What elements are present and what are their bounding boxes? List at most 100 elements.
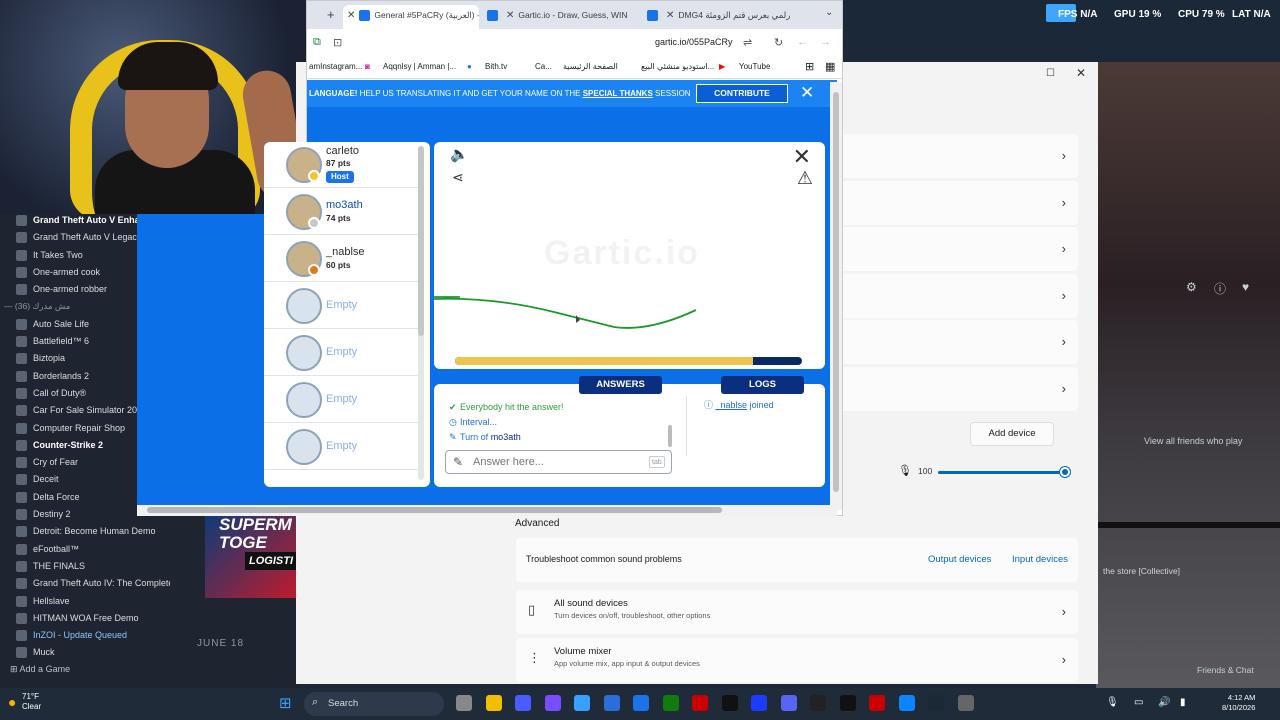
- troubleshoot-row[interactable]: Troubleshoot common sound problems Outpu…: [516, 538, 1078, 582]
- extension-icon[interactable]: ⧉: [313, 36, 321, 49]
- add-game-button[interactable]: ⊞ Add a Game: [10, 664, 70, 675]
- view-friends-link[interactable]: View all friends who play: [1144, 436, 1242, 446]
- add-device-button[interactable]: Add device: [970, 422, 1054, 446]
- taskbar-app-icon[interactable]: [721, 695, 738, 711]
- empty-slot[interactable]: Empty: [264, 283, 422, 329]
- bookmark-item[interactable]: Ca...: [535, 62, 552, 71]
- forward-icon[interactable]: →: [820, 36, 831, 48]
- close-icon[interactable]: ✕: [1076, 66, 1086, 80]
- microphone-icon[interactable]: 🎙: [1106, 697, 1119, 708]
- clock[interactable]: 4:12 AM 8/10/2026: [1222, 693, 1255, 713]
- taskbar-app-icon[interactable]: [780, 695, 797, 711]
- share-icon[interactable]: ⋖: [452, 169, 464, 186]
- site-settings-icon[interactable]: ⇌: [743, 36, 752, 49]
- apps-icon[interactable]: ⊞: [805, 60, 814, 73]
- start-icon[interactable]: ⊞: [279, 694, 292, 712]
- bookmark-item[interactable]: Bith.tv: [485, 62, 507, 71]
- close-tab-icon[interactable]: ✕: [666, 10, 674, 21]
- game-item[interactable]: Grand Theft Auto IV: The Complete Editio…: [0, 575, 170, 592]
- close-icon[interactable]: ✕: [793, 144, 811, 170]
- bookmark-item[interactable]: YouTube: [739, 62, 770, 71]
- bookmark-item[interactable]: الصفحة الرئيسية: [563, 62, 618, 71]
- log-player-name[interactable]: _nablse: [716, 400, 748, 410]
- game-item[interactable]: HITMAN WOA Free Demo: [0, 610, 170, 627]
- promo-banner[interactable]: SUPERM TOGE LOGISTI: [205, 516, 297, 598]
- close-tab-icon[interactable]: ✕: [347, 10, 355, 21]
- info-icon[interactable]: ⓘ: [1214, 280, 1226, 297]
- network-icon[interactable]: ▭: [1134, 697, 1143, 708]
- taskbar-app-icon[interactable]: [898, 695, 915, 711]
- player-row[interactable]: mo3ath 74 pts: [264, 189, 422, 235]
- game-item[interactable]: Detroit: Become Human Demo: [0, 523, 170, 540]
- heart-icon[interactable]: ♥: [1242, 280, 1249, 294]
- weather-widget[interactable]: 71°F Clear: [22, 692, 41, 712]
- volume-slider-thumb[interactable]: [1060, 467, 1070, 477]
- taskbar-app-icon[interactable]: [456, 695, 472, 711]
- taskbar-search[interactable]: ⌕ Search: [304, 692, 444, 716]
- taskbar-app-icon[interactable]: [869, 695, 885, 711]
- taskbar-app-icon[interactable]: [515, 695, 531, 711]
- logs-tab[interactable]: LOGS: [721, 376, 804, 394]
- all-sound-devices-row[interactable]: ▯ All sound devices Turn devices on/off,…: [516, 590, 1078, 634]
- battery-icon[interactable]: ▮: [1180, 697, 1186, 708]
- game-item[interactable]: Muck: [0, 644, 170, 661]
- players-scrollbar[interactable]: [418, 146, 424, 480]
- player-row[interactable]: carleto 87 pts Host: [264, 142, 422, 188]
- sound-icon[interactable]: 🔈: [450, 145, 469, 163]
- empty-slot[interactable]: Empty: [264, 424, 422, 470]
- scrollbar-thumb[interactable]: [418, 146, 424, 336]
- reload-icon[interactable]: ↻: [774, 36, 783, 49]
- taskbar-app-icon[interactable]: [574, 695, 590, 711]
- drawing-canvas[interactable]: Gartic.io 🔈 ⋖ ✕ ⚠: [434, 142, 825, 369]
- taskbar-app-icon[interactable]: [544, 695, 561, 711]
- friends-chat-button[interactable]: Friends & Chat: [1197, 665, 1254, 675]
- contribute-button[interactable]: CONTRIBUTE: [696, 84, 788, 103]
- player-row[interactable]: _nablse 60 pts: [264, 236, 422, 282]
- game-item[interactable]: THE FINALS: [0, 558, 170, 575]
- empty-slot[interactable]: Empty: [264, 377, 422, 423]
- taskbar-app-icon[interactable]: [957, 695, 974, 711]
- volume-slider-track[interactable]: [938, 471, 1066, 474]
- answers-tab[interactable]: ANSWERS: [579, 376, 662, 394]
- volume-control[interactable]: 🎙 100: [896, 462, 1076, 482]
- back-icon[interactable]: ←: [797, 36, 808, 48]
- special-thanks-link[interactable]: SPECIAL THANKS: [583, 89, 653, 98]
- chat-scrollbar[interactable]: [668, 425, 672, 447]
- empty-slot[interactable]: Empty: [264, 330, 422, 376]
- scrollbar-thumb[interactable]: [833, 92, 839, 492]
- taskbar-app-icon[interactable]: [928, 695, 944, 711]
- taskbar-app-icon[interactable]: [633, 695, 649, 711]
- taskbar-app-icon[interactable]: [603, 695, 620, 711]
- game-item[interactable]: InZOI - Update Queued: [0, 627, 170, 644]
- vertical-scrollbar[interactable]: [830, 82, 842, 510]
- all-bookmarks-icon[interactable]: ▦: [825, 60, 835, 73]
- report-icon[interactable]: ⚠: [797, 168, 813, 189]
- game-item[interactable]: Hellslave: [0, 593, 170, 610]
- new-tab-icon[interactable]: +: [327, 7, 335, 22]
- answer-input[interactable]: [473, 454, 643, 470]
- taskbar-app-icon[interactable]: [839, 695, 856, 711]
- answer-field[interactable]: ✎ tab: [445, 450, 672, 474]
- scrollbar-thumb[interactable]: [147, 507, 722, 513]
- taskbar-app-icon[interactable]: [810, 695, 826, 711]
- output-devices-link[interactable]: Output devices: [928, 554, 991, 565]
- close-tab-icon[interactable]: ✕: [506, 10, 514, 21]
- tab-group-icon[interactable]: ⊡: [333, 36, 342, 49]
- tab-gartic-room[interactable]: ✕ General #5PaCRy (العربية) - Ga: [343, 5, 479, 29]
- game-item[interactable]: eFootball™: [0, 541, 170, 558]
- taskbar-app-icon[interactable]: [485, 695, 502, 711]
- speaker-icon[interactable]: 🔊: [1158, 697, 1170, 708]
- volume-mixer-row[interactable]: ⋮ Volume mixer App volume mix, app input…: [516, 638, 1078, 682]
- bookmark-item[interactable]: amInstagram...: [309, 62, 362, 71]
- close-icon[interactable]: ✕: [800, 83, 814, 103]
- gear-icon[interactable]: ⚙: [1186, 280, 1197, 294]
- bookmark-item[interactable]: استوديو منشئي البيع...: [641, 62, 714, 71]
- url-text[interactable]: gartic.io/055PaCRy: [655, 37, 733, 47]
- horizontal-scrollbar[interactable]: [137, 505, 837, 516]
- taskbar-app-icon[interactable]: [692, 695, 708, 711]
- input-devices-link[interactable]: Input devices: [1012, 554, 1068, 565]
- tab-gartic-home[interactable]: ✕ Gartic.io - Draw, Guess, WIN: [483, 5, 639, 29]
- tab-dmg4[interactable]: ✕ DMG4 رلمي بعرس قتم الزومئة: [643, 5, 821, 29]
- taskbar-app-icon[interactable]: [751, 695, 767, 711]
- bookmark-item[interactable]: Aqqnlsy | Amman |...: [383, 62, 456, 71]
